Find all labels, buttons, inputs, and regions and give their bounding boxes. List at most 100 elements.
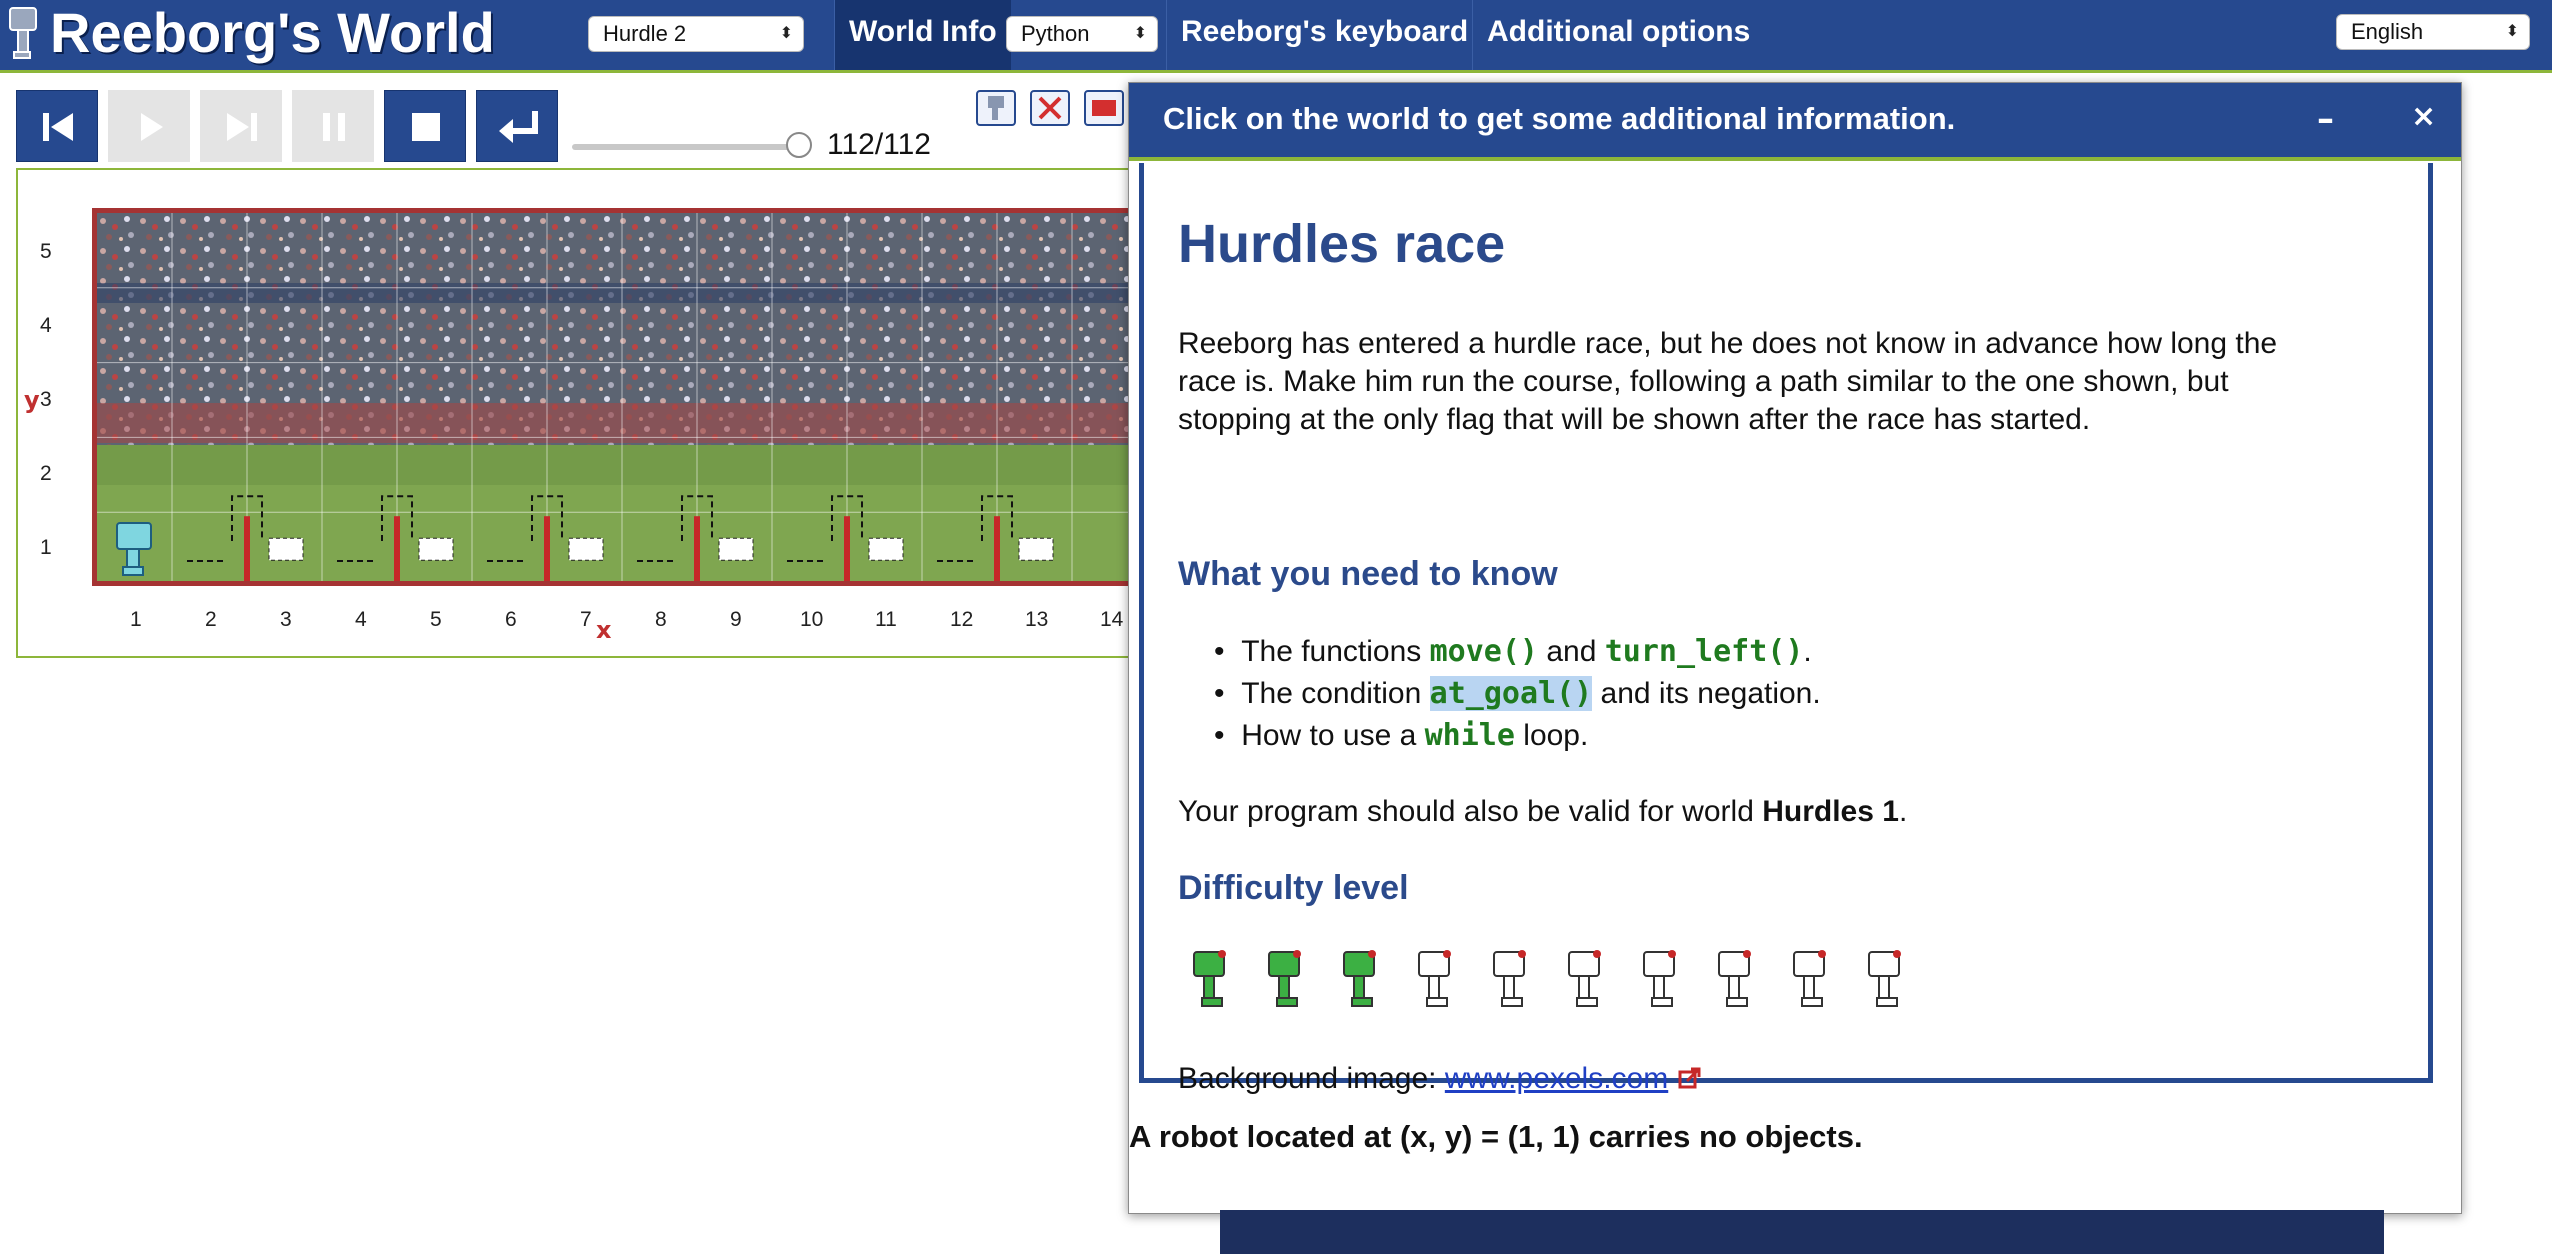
difficulty-robot-empty-icon bbox=[1793, 950, 1826, 1007]
stop-button[interactable] bbox=[384, 90, 466, 162]
code-editor-peek bbox=[1220, 1210, 2384, 1254]
x-tick-label: 11 bbox=[875, 608, 897, 631]
x-axis-letter: x bbox=[596, 616, 612, 644]
world-description: Hurdles race Reeborg has entered a hurdl… bbox=[1139, 163, 2433, 1095]
tab-reeborgs-keyboard[interactable]: Reeborg's keyboard bbox=[1166, 0, 1482, 70]
code-turn-left: turn_left() bbox=[1604, 634, 1804, 669]
intro-paragraph: Reeborg has entered a hurdle race, but h… bbox=[1178, 325, 2428, 439]
pause-button[interactable] bbox=[292, 90, 374, 162]
hurdle-wall bbox=[844, 516, 850, 581]
world-select[interactable]: Hurdle 2 ⬍ bbox=[588, 16, 804, 52]
difficulty-robot-filled-icon bbox=[1343, 950, 1376, 1007]
world-grid[interactable] bbox=[92, 208, 1182, 586]
reload-button[interactable] bbox=[476, 90, 558, 162]
flag-icon bbox=[1092, 100, 1116, 116]
reeborg-logo-icon bbox=[9, 7, 37, 59]
select-caret-icon: ⬍ bbox=[779, 25, 793, 42]
close-icon[interactable]: × bbox=[2411, 99, 2436, 134]
minimize-icon[interactable]: – bbox=[2317, 99, 2334, 139]
checkered-flag-icon bbox=[1018, 537, 1054, 561]
y-axis-letter: y bbox=[24, 386, 40, 414]
bullet-item: • The condition at_goal() and its negati… bbox=[1214, 675, 1821, 717]
ui-language-value: English bbox=[2351, 19, 2424, 44]
checkered-flag-icon bbox=[718, 537, 754, 561]
x-tick-label: 1 bbox=[130, 608, 142, 631]
language-select-value: Python bbox=[1021, 21, 1090, 46]
step-counter: 112/112 bbox=[827, 128, 931, 161]
bullet-text: loop. bbox=[1514, 719, 1589, 752]
dialog-title: Click on the world to get some additiona… bbox=[1163, 101, 1956, 136]
y-tick-label: 3 bbox=[40, 388, 52, 411]
reverse-step-button[interactable] bbox=[16, 90, 98, 162]
x-tick-label: 4 bbox=[355, 608, 367, 631]
step-button[interactable] bbox=[200, 90, 282, 162]
bullet-dot: • bbox=[1214, 635, 1242, 668]
bullet-dot: • bbox=[1214, 719, 1242, 752]
world-info-dialog: Click on the world to get some additiona… bbox=[1128, 82, 2462, 1214]
x-tick-label: 5 bbox=[430, 608, 442, 631]
validity-text: . bbox=[1898, 795, 1908, 828]
hurdle-wall bbox=[244, 516, 250, 581]
code-at-goal: at_goal() bbox=[1429, 676, 1593, 711]
x-tick-label: 8 bbox=[655, 608, 667, 631]
difficulty-robot-empty-icon bbox=[1643, 950, 1676, 1007]
tab-additional-options[interactable]: Additional options bbox=[1472, 0, 1764, 70]
checkered-flag-icon bbox=[568, 537, 604, 561]
x-tick-label: 7 bbox=[580, 608, 592, 631]
programming-language-select[interactable]: Python ⬍ bbox=[1006, 16, 1158, 52]
step-icon bbox=[227, 113, 257, 141]
y-tick-label: 1 bbox=[40, 536, 52, 559]
world-name-hurdles-1: Hurdles 1 bbox=[1762, 795, 1899, 828]
x-tick-label: 9 bbox=[730, 608, 742, 631]
hurdle-wall bbox=[394, 516, 400, 581]
x-tick-label: 12 bbox=[950, 608, 974, 631]
y-tick-label: 4 bbox=[40, 314, 52, 337]
first-step-icon bbox=[43, 113, 73, 141]
background-credit: Background image: www.pexels.com bbox=[1178, 1060, 1703, 1098]
intro-line: Reeborg has entered a hurdle race, but h… bbox=[1178, 327, 2278, 360]
ui-language-select[interactable]: English ⬍ bbox=[2336, 14, 2530, 50]
need-to-know-heading: What you need to know bbox=[1178, 555, 1558, 593]
difficulty-robot-filled-icon bbox=[1193, 950, 1226, 1007]
app-title: Reeborg's World bbox=[50, 1, 495, 64]
run-button[interactable] bbox=[108, 90, 190, 162]
bullet-text: How to use a bbox=[1241, 719, 1425, 752]
hurdle-wall bbox=[544, 516, 550, 581]
select-caret-icon: ⬍ bbox=[1133, 25, 1147, 42]
select-caret-icon: ⬍ bbox=[2505, 23, 2519, 40]
difficulty-robot-empty-icon bbox=[1568, 950, 1601, 1007]
x-tick-label: 3 bbox=[280, 608, 292, 631]
difficulty-robot-empty-icon bbox=[1418, 950, 1451, 1007]
x-tick-label: 13 bbox=[1025, 608, 1049, 631]
x-tick-label: 14 bbox=[1100, 608, 1124, 631]
credit-label: Background image: bbox=[1178, 1062, 1445, 1095]
step-slider-track[interactable] bbox=[572, 144, 802, 150]
reeborg-robot-icon bbox=[988, 96, 1004, 120]
pexels-link[interactable]: www.pexels.com bbox=[1445, 1062, 1668, 1095]
robot-status-note: A robot located at (x, y) = (1, 1) carri… bbox=[1129, 1119, 1863, 1154]
difficulty-heading: Difficulty level bbox=[1178, 869, 1409, 907]
bullet-text: and bbox=[1538, 635, 1605, 668]
validity-note: Your program should also be valid for wo… bbox=[1178, 793, 1907, 831]
pause-icon bbox=[323, 113, 345, 141]
world-select-value: Hurdle 2 bbox=[603, 21, 687, 46]
intro-line: race is. Make him run the course, follow… bbox=[1178, 365, 2229, 398]
world-drawing bbox=[97, 213, 1177, 581]
external-link-icon bbox=[1678, 1067, 1701, 1089]
code-while: while bbox=[1424, 718, 1515, 753]
flag-toggle-button[interactable] bbox=[1084, 90, 1124, 126]
checkered-flag-icon bbox=[268, 537, 304, 561]
difficulty-robot-empty-icon bbox=[1718, 950, 1751, 1007]
step-slider-handle[interactable] bbox=[786, 132, 812, 158]
validity-text: Your program should also be valid for wo… bbox=[1178, 795, 1763, 828]
cross-object-icon bbox=[1038, 96, 1062, 120]
bullet-text: and its negation. bbox=[1592, 677, 1821, 710]
bullet-list: • The functions move() and turn_left(). … bbox=[1214, 633, 1821, 759]
checkered-flag-icon bbox=[868, 537, 904, 561]
bullet-item: • How to use a while loop. bbox=[1214, 717, 1821, 759]
tab-world-info[interactable]: World Info bbox=[834, 0, 1011, 70]
hurdle-wall bbox=[694, 516, 700, 581]
objects-toggle-button[interactable] bbox=[1030, 90, 1070, 126]
robot-toggle-button[interactable] bbox=[976, 90, 1016, 126]
x-tick-label: 10 bbox=[800, 608, 824, 631]
